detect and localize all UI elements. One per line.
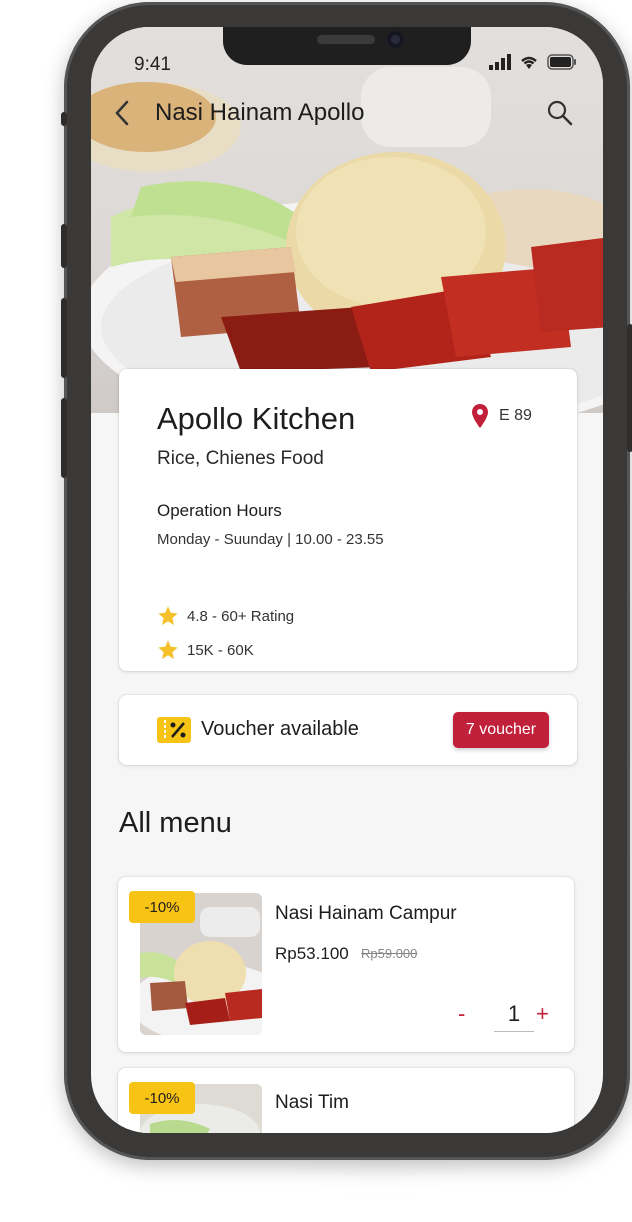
quantity-decrease-button[interactable]: - — [458, 1001, 465, 1027]
status-time: 9:41 — [134, 54, 171, 75]
voucher-icon — [157, 717, 191, 743]
discount-badge: -10% — [129, 1082, 195, 1114]
signal-icon — [489, 54, 511, 70]
price-range-text: 15K - 60K — [187, 641, 254, 659]
menu-item[interactable]: -10% Nasi Tim — [118, 1068, 574, 1133]
phone-volume-up — [61, 224, 67, 268]
menu-item-name: Nasi Tim — [275, 1092, 349, 1113]
voucher-count-button[interactable]: 7 voucher — [453, 712, 549, 748]
phone-notch — [223, 27, 471, 65]
app-screen: 9:41 Nasi Hainam Apollo Apollo Kitchen E… — [91, 27, 603, 1133]
search-icon — [547, 100, 573, 126]
phone-volume-down — [61, 298, 67, 378]
voucher-text: Voucher available — [201, 718, 359, 740]
rating-row: 4.8 - 60+ Rating — [157, 605, 294, 627]
battery-icon — [547, 54, 576, 70]
restaurant-name: Apollo Kitchen — [157, 401, 356, 436]
menu-item-name: Nasi Hainam Campur — [275, 903, 457, 924]
phone-mute-switch — [61, 398, 67, 478]
phone-side-button — [61, 112, 67, 126]
voucher-card[interactable]: Voucher available 7 voucher — [119, 695, 577, 765]
location-code: E 89 — [499, 407, 532, 424]
star-icon — [158, 640, 178, 659]
quantity-increase-button[interactable]: + — [536, 1001, 549, 1027]
back-button[interactable] — [111, 99, 135, 127]
hours-title: Operation Hours — [157, 501, 282, 520]
menu-item[interactable]: -10% Nasi Hainam Campur Rp53.100 Rp59.00… — [118, 877, 574, 1052]
phone-power-button — [627, 324, 632, 452]
menu-item-old-price: Rp59.000 — [361, 946, 418, 961]
rating-text: 4.8 - 60+ Rating — [187, 607, 295, 625]
discount-badge: -10% — [129, 891, 195, 923]
restaurant-info-card: Apollo Kitchen E 89 Rice, Chienes Food O… — [119, 369, 577, 671]
chevron-left-icon — [115, 100, 129, 126]
search-button[interactable] — [546, 99, 574, 127]
location-pin-icon — [472, 404, 488, 428]
price-range-row: 15K - 60K — [157, 639, 254, 661]
page-title: Nasi Hainam Apollo — [155, 99, 365, 126]
notch-camera — [387, 31, 404, 48]
hero-food-image — [91, 27, 603, 413]
star-icon — [158, 606, 178, 625]
hours-value: Monday - Suunday | 10.00 - 23.55 — [157, 531, 384, 548]
quantity-value: 1 — [494, 1001, 534, 1032]
wifi-icon — [521, 56, 537, 69]
menu-item-price: Rp53.100 — [275, 944, 349, 963]
restaurant-cuisine: Rice, Chienes Food — [157, 448, 324, 469]
all-menu-title: All menu — [119, 807, 232, 839]
location-badge: E 89 — [471, 403, 532, 429]
food-illustration — [91, 67, 603, 413]
notch-speaker — [317, 35, 375, 44]
status-icons — [489, 54, 577, 70]
